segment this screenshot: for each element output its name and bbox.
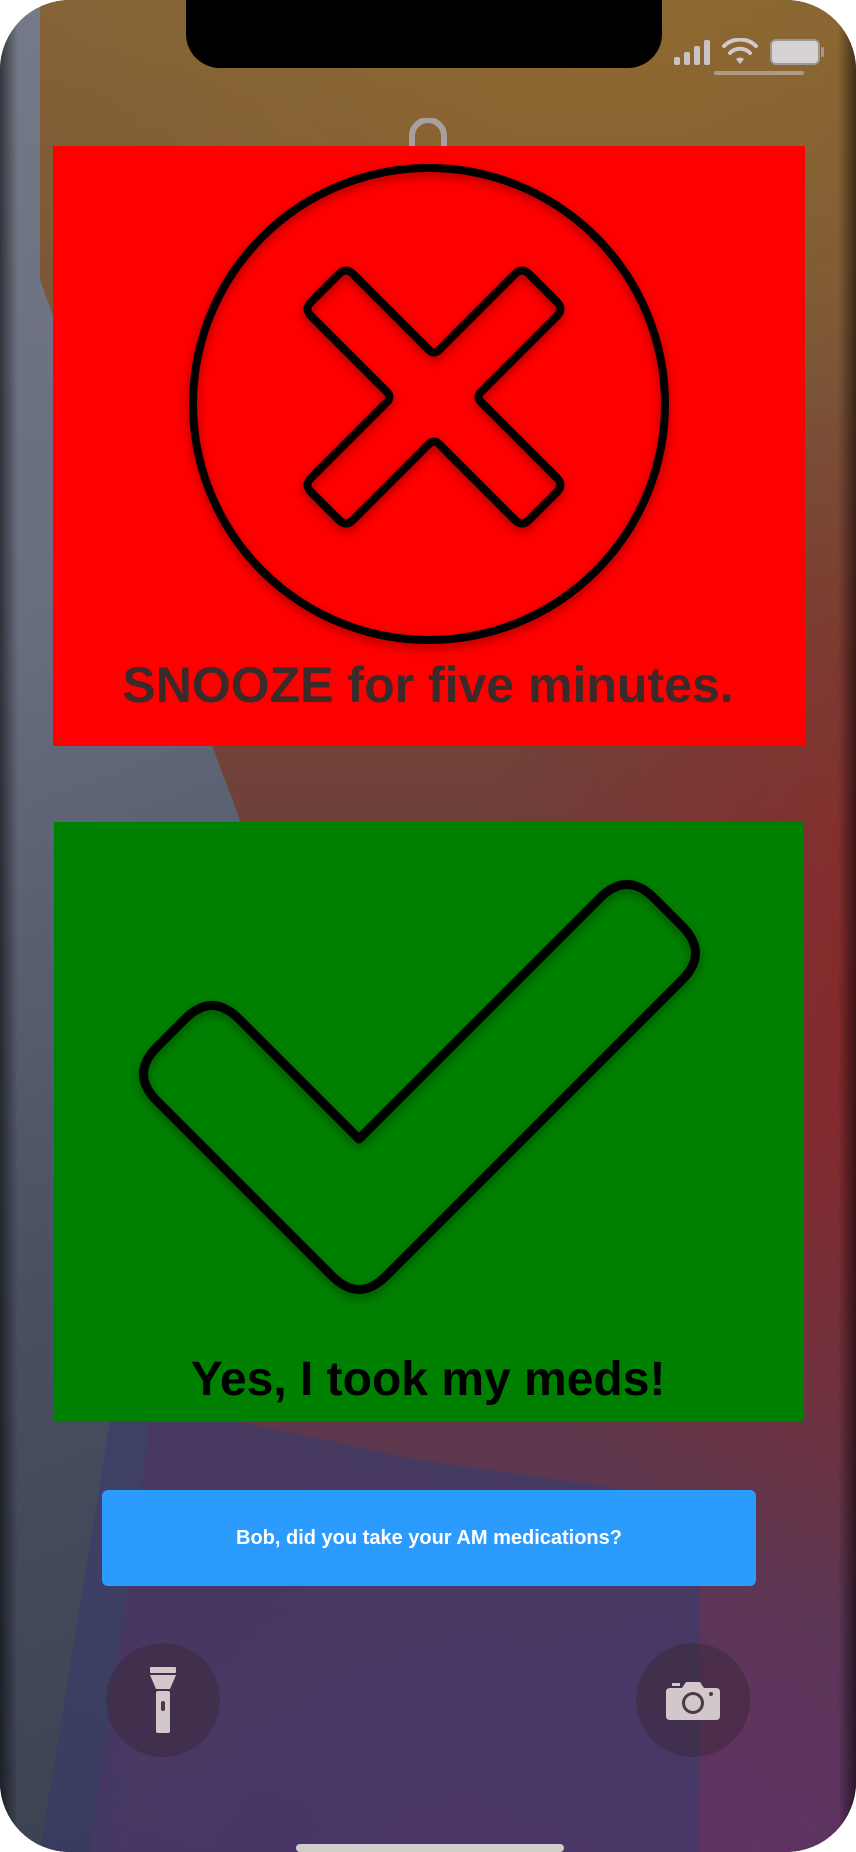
battery-icon xyxy=(770,39,824,65)
status-indicator-line xyxy=(714,71,804,75)
flashlight-icon xyxy=(150,1667,176,1733)
device-edge-left xyxy=(0,0,18,1852)
meds-taken-button[interactable] xyxy=(54,822,804,1422)
notification-text: Bob, did you take your AM medications? xyxy=(236,1526,622,1549)
phone-screen: SNOOZE for five minutes. Yes, I took my … xyxy=(0,0,856,1852)
device-edge-right xyxy=(838,0,856,1852)
home-indicator[interactable] xyxy=(296,1844,564,1852)
medication-notification[interactable]: Bob, did you take your AM medications? xyxy=(102,1490,756,1586)
lock-icon xyxy=(409,118,447,148)
snooze-label: SNOOZE for five minutes. xyxy=(122,657,734,713)
device-notch xyxy=(186,0,662,68)
camera-icon xyxy=(666,1682,720,1720)
flashlight-button[interactable] xyxy=(106,1643,220,1757)
snooze-button[interactable] xyxy=(53,146,805,746)
cellular-signal-icon xyxy=(674,39,710,65)
meds-taken-label: Yes, I took my meds! xyxy=(190,1353,666,1406)
checkmark-icon xyxy=(139,880,700,1294)
camera-button[interactable] xyxy=(636,1643,750,1757)
wifi-icon xyxy=(722,38,758,64)
x-circle-icon xyxy=(189,164,669,644)
status-bar xyxy=(674,38,824,66)
